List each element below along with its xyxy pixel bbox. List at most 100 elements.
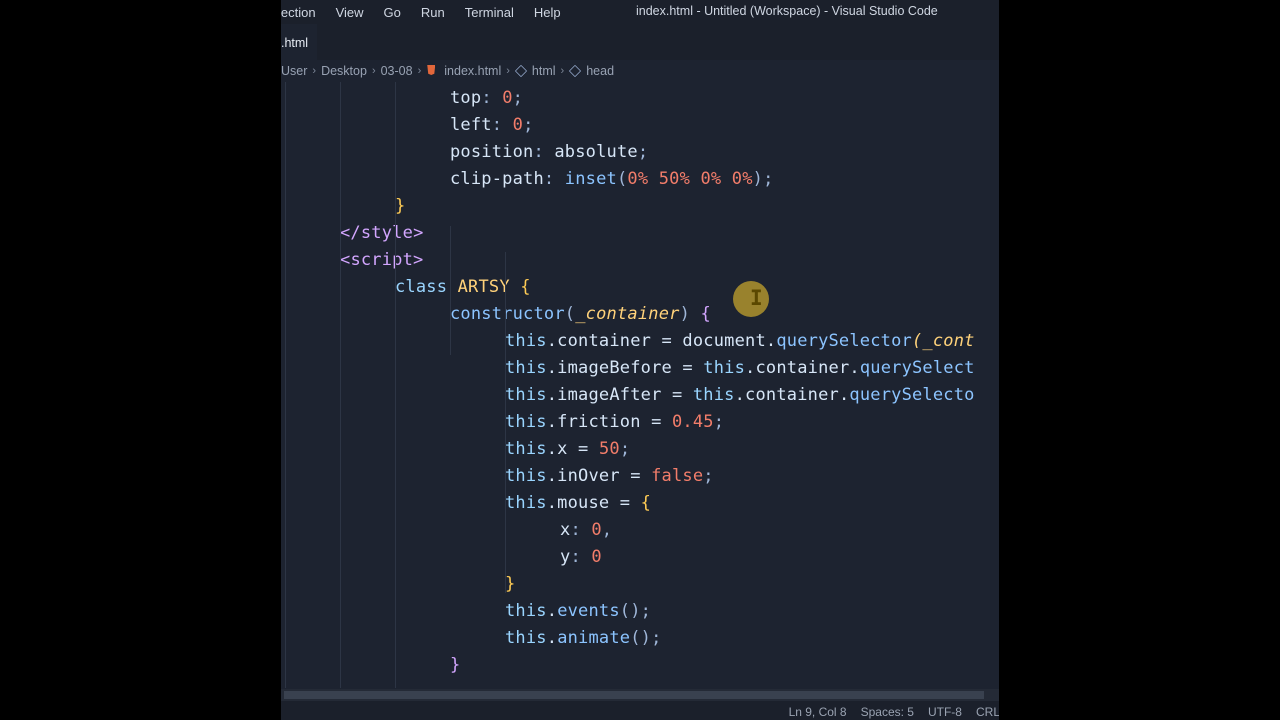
tab-label: .html [281, 36, 309, 50]
code-token: } [505, 574, 516, 594]
code-token: 0% [731, 169, 753, 189]
code-token: </ [340, 223, 361, 243]
code-line[interactable]: position: absolute; [450, 139, 648, 166]
element-icon [514, 64, 528, 78]
code-line[interactable]: this.container = document.querySelector(… [505, 328, 975, 355]
cursor-position[interactable]: Ln 9, Col 8 [789, 705, 847, 719]
breadcrumb-desktop[interactable]: Desktop [321, 64, 367, 78]
code-line[interactable]: left: 0; [450, 112, 534, 139]
code-token: : [491, 115, 513, 135]
code-token: 0.45 [671, 412, 714, 432]
code-token: script [350, 250, 414, 270]
code-token: < [340, 250, 351, 270]
code-token: querySelecto [849, 385, 975, 405]
code-line[interactable]: } [450, 652, 460, 679]
menu-go[interactable]: Go [384, 5, 401, 20]
code-token: left [450, 115, 492, 135]
code-editor[interactable]: top: 0; left: 0; position: absolute; clip-p… [281, 82, 999, 688]
code-token: : [533, 142, 555, 162]
code-token: (); [630, 628, 662, 648]
code-line[interactable]: constructor(_container) { [450, 301, 711, 328]
code-token: 50% [658, 169, 691, 189]
menu-view[interactable]: View [336, 5, 364, 20]
horizontal-scrollbar[interactable] [281, 689, 999, 701]
breadcrumb-html[interactable]: html [514, 64, 556, 78]
indent-guide [505, 252, 506, 593]
menu-terminal[interactable]: Terminal [465, 5, 514, 20]
code-line[interactable]: clip-path: inset(0% 50% 0% 0%); [450, 166, 774, 193]
code-token: 0% [700, 169, 722, 189]
code-token: . [546, 628, 558, 648]
breadcrumb-user[interactable]: User [281, 64, 307, 78]
indent-guide [450, 226, 451, 355]
menu-run[interactable]: Run [421, 5, 445, 20]
code-token: y [560, 547, 571, 567]
code-token: x [560, 520, 571, 540]
code-line[interactable]: } [395, 193, 405, 220]
code-line[interactable]: this.imageAfter = this.container.querySe… [505, 382, 975, 409]
code-token: 0 [591, 520, 602, 540]
code-token: > [413, 250, 424, 270]
code-token: , [601, 520, 613, 540]
code-token: ; [637, 142, 649, 162]
code-line[interactable]: y: 0 [560, 544, 602, 571]
code-token: 0 [512, 115, 524, 135]
code-line[interactable]: this.friction = 0.45; [505, 409, 724, 436]
encoding-status[interactable]: UTF-8 [928, 705, 962, 719]
code-line[interactable]: this.events(); [505, 598, 651, 625]
code-token: : [481, 88, 503, 108]
scrollbar-thumb[interactable] [284, 691, 984, 699]
menu-selection[interactable]: lection [281, 5, 316, 20]
code-token: top [450, 88, 482, 108]
indent-guide [285, 82, 286, 688]
code-token: this [505, 385, 547, 405]
code-token: this [505, 628, 547, 648]
code-line[interactable]: class ARTSY { [395, 274, 531, 301]
indentation-status[interactable]: Spaces: 5 [861, 705, 914, 719]
code-token: events [557, 601, 620, 621]
code-line[interactable]: this.inOver = false; [505, 463, 714, 490]
indent-guide [395, 82, 396, 688]
code-token: querySelector [776, 331, 912, 351]
code-line[interactable]: </style> [340, 220, 424, 247]
breadcrumb: User › Desktop › 03-08 › index.html › ht… [281, 60, 999, 82]
code-token: querySelect [859, 358, 975, 378]
vscode-window: lection View Go Run Terminal Help index.… [281, 0, 999, 720]
code-token: false [651, 466, 704, 486]
html-file-icon [426, 65, 436, 77]
code-token: this [505, 331, 547, 351]
chevron-right-icon: › [371, 65, 376, 77]
code-token: } [395, 196, 406, 216]
code-token: this [692, 385, 735, 405]
code-token: .imageAfter = [546, 385, 693, 405]
code-line[interactable]: this.x = 50; [505, 436, 630, 463]
status-bar: Ln 9, Col 8 Spaces: 5 UTF-8 CRL [281, 701, 999, 720]
breadcrumb-file[interactable]: index.html [426, 64, 501, 78]
code-token: ); [752, 169, 774, 189]
code-token: .mouse = [546, 493, 641, 513]
code-line[interactable]: x: 0, [560, 517, 612, 544]
code-token: this [505, 412, 547, 432]
window-title: index.html - Untitled (Workspace) - Visu… [636, 4, 938, 18]
code-token: .imageBefore = [546, 358, 704, 378]
editor-tab-index-html[interactable]: .html [281, 24, 317, 61]
chevron-right-icon: › [312, 65, 317, 77]
breadcrumb-head[interactable]: head [569, 64, 614, 78]
menu-help[interactable]: Help [534, 5, 561, 20]
breadcrumb-folder[interactable]: 03-08 [381, 64, 413, 78]
code-token: this [505, 466, 547, 486]
code-line[interactable]: this.animate(); [505, 625, 662, 652]
menu-bar: lection View Go Run Terminal Help [281, 0, 581, 24]
code-line[interactable]: this.mouse = { [505, 490, 651, 517]
code-line[interactable]: <script> [340, 247, 423, 274]
code-line[interactable]: this.imageBefore = this.container.queryS… [505, 355, 975, 382]
code-line[interactable]: } [505, 571, 515, 598]
text-cursor-icon: I [750, 288, 763, 309]
code-line[interactable]: top: 0; [450, 85, 523, 112]
line-ending-status[interactable]: CRL [976, 705, 999, 719]
code-token: 0 [591, 547, 602, 567]
code-token: clip-path [450, 169, 544, 189]
